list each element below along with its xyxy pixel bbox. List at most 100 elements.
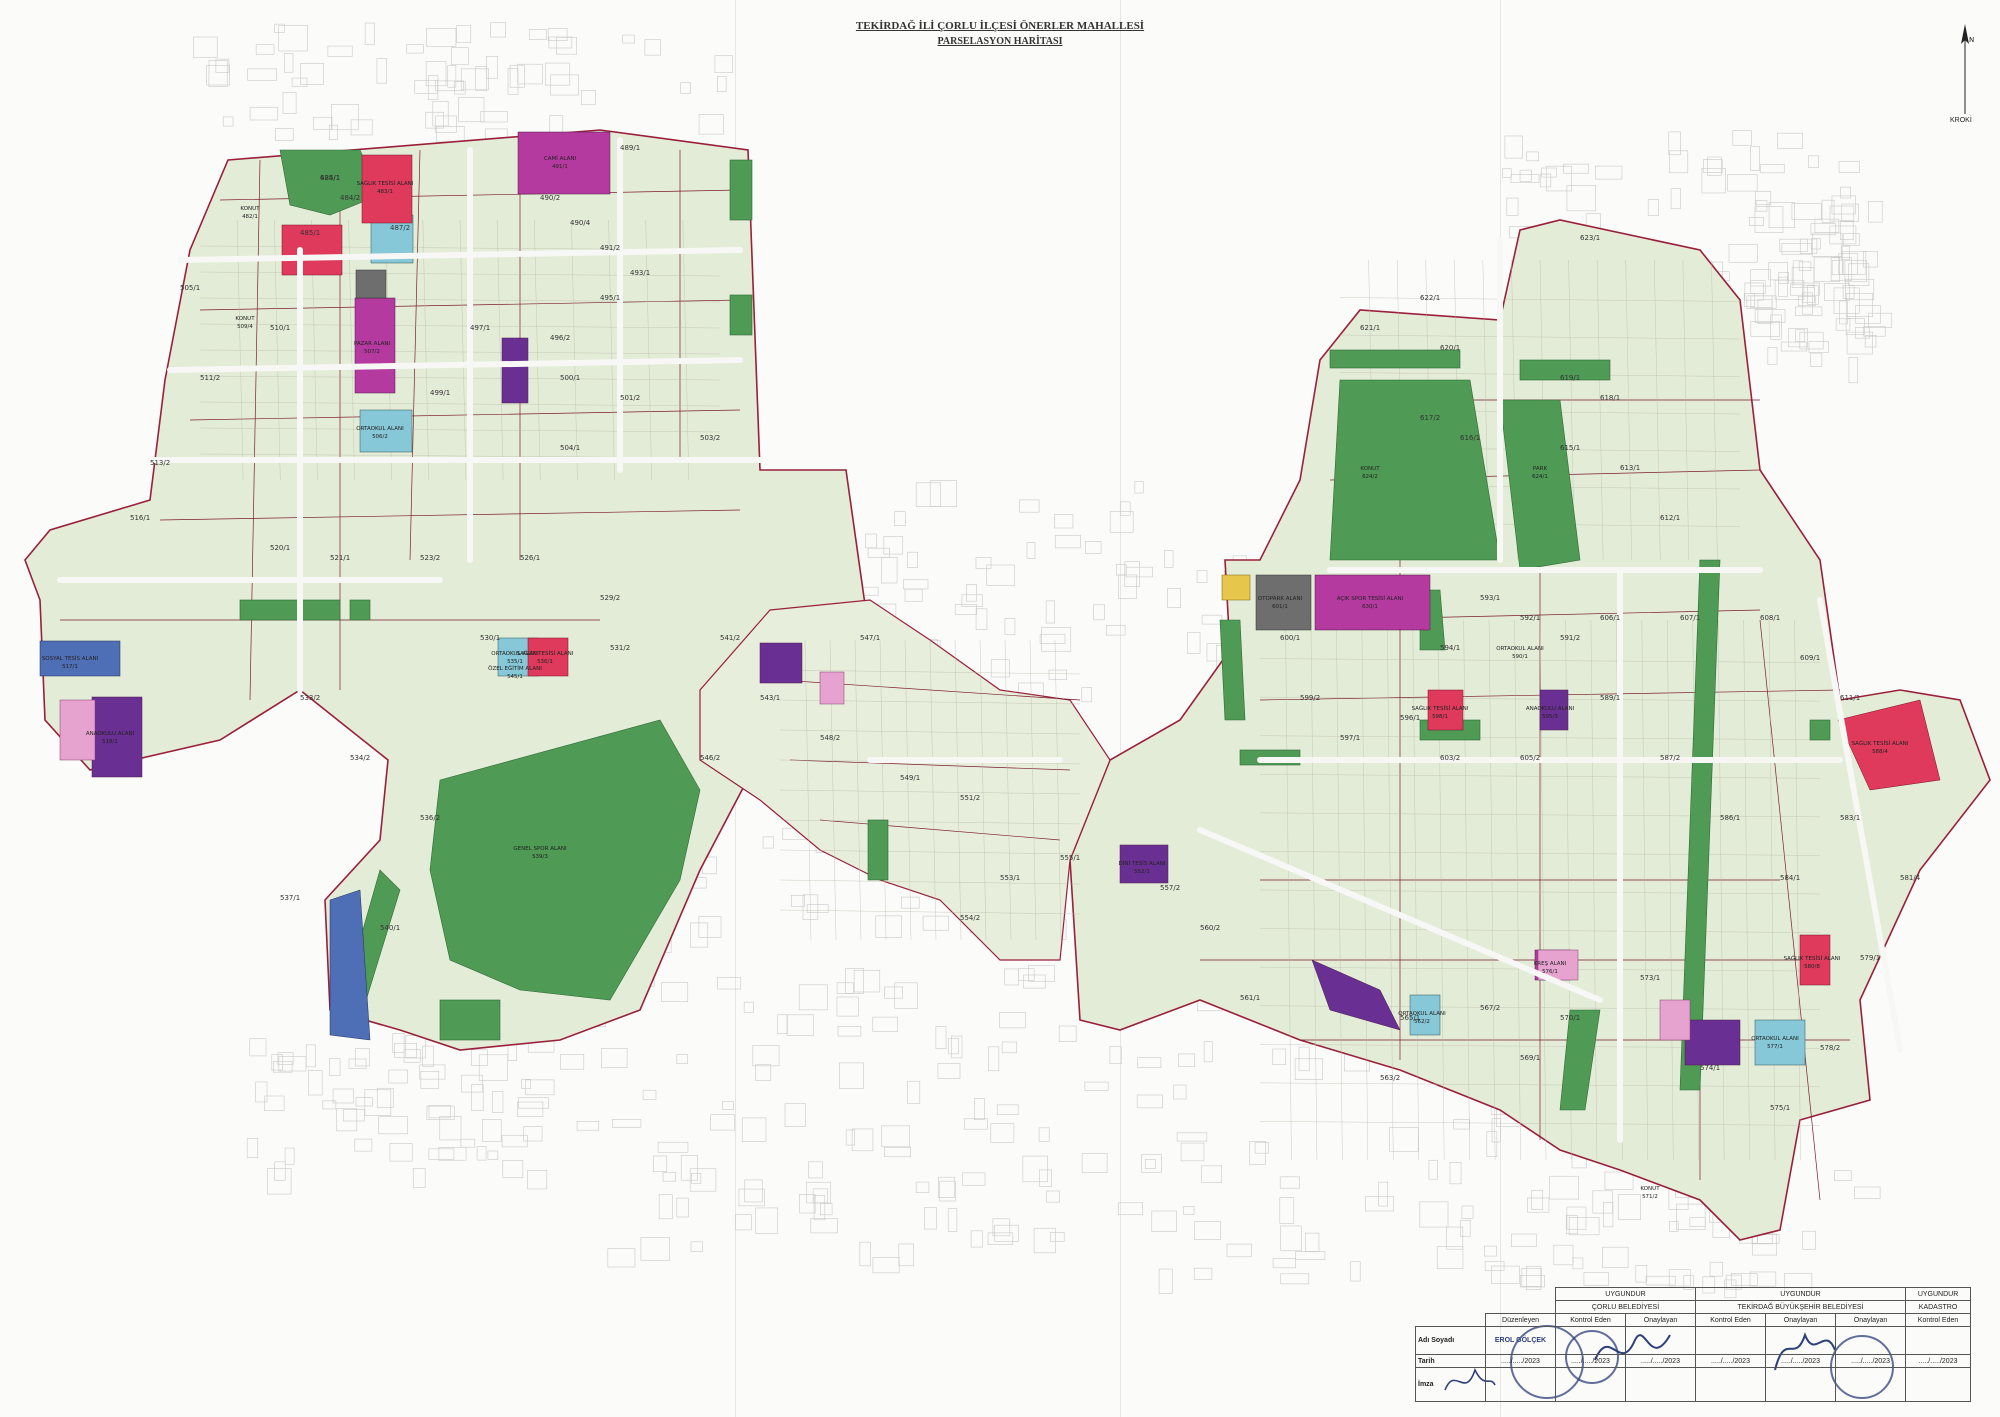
cadastral-parcel <box>1045 600 1055 624</box>
cadastral-parcel <box>486 56 499 79</box>
cadastral-parcel <box>1798 261 1812 271</box>
cadastral-parcel <box>1119 501 1131 516</box>
cadastral-parcel <box>420 1071 440 1089</box>
name-cell: EROL GÖLÇEK <box>1485 1326 1556 1355</box>
cadastral-parcel <box>1093 604 1105 621</box>
parcel-number: 587/2 <box>1660 754 1680 762</box>
cadastral-parcel <box>487 1150 499 1160</box>
cadastral-parcel <box>710 1114 735 1131</box>
corlu-uygundur: UYGUNDUR <box>1554 1287 1697 1301</box>
cadastral-parcel <box>427 75 439 100</box>
cadastral-parcel <box>206 65 230 86</box>
cadastral-parcel <box>1779 238 1808 252</box>
cadastral-parcel <box>527 1170 548 1190</box>
cadastral-parcel <box>1635 1265 1648 1283</box>
parcel-number: 496/2 <box>550 334 570 342</box>
cadastral-parcel <box>1058 1025 1077 1043</box>
cadastral-parcel <box>1754 191 1772 206</box>
row-label-signature: İmza <box>1415 1367 1486 1402</box>
cadastral-parcel <box>406 44 424 54</box>
cadastral-parcel <box>1835 318 1851 331</box>
cadastral-parcel <box>1279 1176 1300 1189</box>
cadastral-parcel <box>1757 299 1773 324</box>
cadastral-parcel <box>1028 965 1055 982</box>
cadastral-parcel <box>1563 163 1589 174</box>
cadastral-parcel <box>836 996 859 1017</box>
parcel-number: 526/1 <box>520 554 540 562</box>
cadastral-parcel <box>935 1026 947 1049</box>
cadastral-parcel <box>1531 1190 1543 1210</box>
cadastral-parcel <box>1603 1202 1614 1228</box>
cadastral-parcel <box>698 114 724 135</box>
area-parcel-label: 562/2 <box>1414 1019 1430 1025</box>
cadastral-parcel <box>249 1038 267 1057</box>
cadastral-parcel <box>1109 511 1134 533</box>
area-type-label: SAĞLIK TESİSİ ALANI <box>517 650 574 657</box>
parcel-number: 605/2 <box>1520 754 1540 762</box>
area-parcel-label: 518/1 <box>102 739 118 745</box>
cadastral-parcel <box>1365 1196 1394 1212</box>
area-type-label: GENEL SPOR ALANI <box>513 846 567 852</box>
cadastral-parcel <box>658 1194 673 1220</box>
cadastral-parcel <box>996 1104 1019 1115</box>
cadastral-parcel <box>975 557 992 569</box>
cadastral-parcel <box>1539 173 1552 188</box>
cadastral-parcel <box>1757 1234 1780 1244</box>
area-type-label: PAZAR ALANI <box>354 341 391 347</box>
parcel-number: 560/2 <box>1200 924 1220 932</box>
cadastral-parcel <box>1491 1265 1520 1284</box>
cadastral-parcel <box>1001 1041 1017 1054</box>
parcel-number: 592/1 <box>1520 614 1540 622</box>
parcel-number: 599/2 <box>1300 694 1320 702</box>
cadastral-parcel <box>1689 1217 1706 1227</box>
cadastral-parcel <box>962 1172 986 1186</box>
cadastral-parcel <box>881 557 898 584</box>
cadastral-parcel <box>786 1014 815 1036</box>
cadastral-parcel <box>813 1194 826 1221</box>
cadastral-parcel <box>1167 587 1181 608</box>
area-parcel-label: 577/1 <box>1767 1044 1783 1050</box>
cadastral-parcel <box>1453 1119 1470 1130</box>
cadastral-parcel <box>1173 1084 1187 1100</box>
cadastral-parcel <box>644 39 661 56</box>
parcel-number: 619/1 <box>1560 374 1580 382</box>
cadastral-parcel <box>1768 202 1796 228</box>
cadastral-parcel <box>518 1097 549 1109</box>
parcel-number: 615/1 <box>1560 444 1580 452</box>
cadastral-parcel <box>438 1147 467 1161</box>
cadastral-parcel <box>881 1125 910 1148</box>
cadastral-parcel <box>322 1100 337 1110</box>
role-cell: Düzenleyen <box>1485 1313 1556 1327</box>
cadastral-parcel <box>247 68 277 81</box>
cadastral-parcel <box>1834 1170 1852 1182</box>
cadastral-parcel <box>1842 251 1867 275</box>
cadastral-parcel <box>1272 1258 1296 1269</box>
cadastral-parcel <box>714 55 733 73</box>
cadastral-parcel <box>837 1026 862 1037</box>
cadastral-parcel <box>1541 167 1557 178</box>
cadastral-parcel <box>1280 1273 1310 1285</box>
cadastral-parcel <box>1187 632 1201 654</box>
parcel-number: 551/2 <box>960 794 980 802</box>
parcel-number: 530/1 <box>480 634 500 642</box>
parcel-number: 554/2 <box>960 914 980 922</box>
cadastral-parcel <box>1602 1246 1629 1268</box>
cadastral-parcel <box>1668 1269 1691 1287</box>
cadastral-parcel <box>1781 243 1812 255</box>
cadastral-parcel <box>523 1126 543 1142</box>
cadastral-parcel <box>1226 1243 1252 1258</box>
parcel-number: 549/1 <box>900 774 920 782</box>
area-type-label: SOSYAL TESİS ALANI <box>42 655 99 662</box>
cadastral-parcel <box>403 1049 421 1063</box>
cadastral-parcel <box>808 1161 823 1179</box>
parcel-number: 553/1 <box>1000 874 1020 882</box>
cadastral-parcel <box>988 1046 1000 1072</box>
cadastral-parcel <box>1669 1221 1679 1232</box>
cadastral-parcel <box>1864 335 1877 348</box>
parcel-number: 495/1 <box>600 294 620 302</box>
area-type-label: ANAOKULU ALANI <box>86 731 135 737</box>
row-label-date: Tarih <box>1415 1354 1486 1368</box>
cadastral-parcel <box>1081 1152 1108 1173</box>
cadastral-parcel <box>987 1232 1014 1245</box>
cadastral-parcel <box>915 1181 930 1193</box>
